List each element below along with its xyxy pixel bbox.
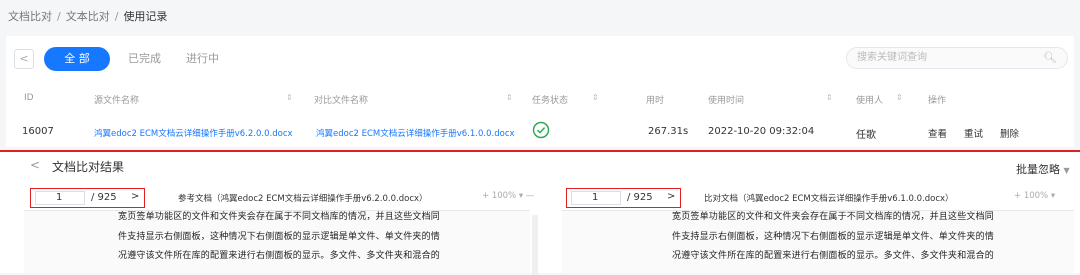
doc-line: 况遵守该文件所在库的配置来进行右侧面板的显示。多文件、多文件夹和混合的 (118, 251, 441, 261)
delete-button[interactable]: 删除 (1000, 126, 1019, 140)
left-page-nav: 1 / 925 > (30, 188, 145, 208)
caret-down-icon: ▼ (1063, 166, 1070, 175)
doc-line: 件支持显示右侧面板，这种情况下右侧面板的显示逻辑是单文件、单文件夹的情 (118, 231, 441, 242)
doc-line: 况遵守该文件所在库的配置来进行右侧面板的显示。多文件、多文件夹和混合的 (672, 251, 995, 261)
sort-icon[interactable]: ⇕ (826, 93, 833, 102)
sort-icon[interactable]: ⇕ (896, 93, 903, 102)
right-page-total: / 925 (627, 192, 653, 203)
header-status: 任务状态 (532, 96, 569, 106)
left-doc-text: 宽页签单功能区的文件和文件夹会存在属于不同文档库的情况，并且这些文档同 件支持显… (118, 208, 530, 267)
left-zoom[interactable]: + 100% ▾ — (482, 191, 534, 201)
tab-completed[interactable]: 已完成 (128, 47, 161, 71)
breadcrumb-doc-compare[interactable]: 文档比对 (8, 10, 52, 23)
header-time: 使用时间 (708, 96, 745, 106)
doc-line: 宽页签单功能区的文件和文件夹会存在属于不同文档库的情况，并且这些文档同 (672, 212, 995, 222)
right-doc-text: 宽页签单功能区的文件和文件夹会存在属于不同文档库的情况，并且这些文档同 件支持显… (672, 208, 1080, 267)
tab-all[interactable]: 全 部 (44, 47, 110, 71)
header-source: 源文件名称 (94, 96, 140, 106)
search-icon[interactable]: 🔍︎ (1043, 48, 1057, 68)
left-doc-label: 参考文档（鸿翼edoc2 ECM文档云详细操作手册v6.2.0.0.docx） (178, 194, 428, 204)
compare-file-link[interactable]: 鸿翼edoc2 ECM文档云详细操作手册v6.1.0.0.docx (316, 127, 515, 139)
search-input[interactable]: 搜索关键词查询 🔍︎ (846, 47, 1068, 69)
cell-user: 任歌 (856, 130, 876, 141)
header-compare: 对比文件名称 (314, 96, 369, 106)
right-doc-label: 比对文档（鸿翼edoc2 ECM文档云详细操作手册v6.1.0.0.docx） (704, 194, 954, 204)
tab-in-progress[interactable]: 进行中 (186, 47, 219, 71)
result-title: 文档比对结果 (52, 160, 125, 174)
next-page-button[interactable]: > (667, 191, 675, 202)
next-page-button[interactable]: > (131, 191, 139, 202)
breadcrumb-sep: / (57, 10, 61, 23)
right-zoom[interactable]: + 100% ▾ (1014, 191, 1055, 201)
doc-line: 件支持显示右侧面板，这种情况下右侧面板的显示逻辑是单文件、单文件夹的情 (672, 231, 995, 242)
left-page-total: / 925 (91, 192, 117, 203)
breadcrumb-text-compare[interactable]: 文本比对 (66, 10, 110, 23)
batch-ignore-label: 批量忽略 (1016, 163, 1060, 176)
right-page-input[interactable]: 1 (571, 191, 621, 205)
cell-id: 16007 (22, 126, 54, 137)
right-zoom-value: 100% (1023, 191, 1049, 201)
batch-ignore-dropdown[interactable]: 批量忽略 ▼ (1016, 161, 1070, 177)
right-page-nav: 1 / 925 > (566, 188, 681, 208)
header-id: ID (24, 93, 34, 103)
breadcrumb-sep: / (114, 10, 119, 23)
chevron-left-icon[interactable]: < (30, 158, 40, 172)
sort-icon[interactable]: ⇕ (286, 93, 293, 102)
sort-icon[interactable]: ⇕ (592, 93, 599, 102)
view-button[interactable]: 查看 (928, 126, 947, 140)
header-duration: 用时 (646, 96, 665, 106)
success-check-icon (532, 121, 550, 143)
source-file-link[interactable]: 鸿翼edoc2 ECM文档云详细操作手册v6.2.0.0.docx (94, 127, 293, 139)
pane-splitter[interactable] (532, 215, 538, 275)
breadcrumb: 文档比对 / 文本比对 / 使用记录 (8, 8, 167, 24)
header-user: 使用人 (856, 96, 884, 106)
breadcrumb-usage-records: 使用记录 (123, 10, 168, 23)
cell-time: 2022-10-20 09:32:04 (708, 126, 815, 137)
sort-icon[interactable]: ⇕ (506, 93, 513, 102)
left-zoom-value: 100% (491, 191, 517, 201)
left-page-input[interactable]: 1 (35, 191, 85, 205)
doc-line: 宽页签单功能区的文件和文件夹会存在属于不同文档库的情况，并且这些文档同 (118, 212, 441, 222)
back-button[interactable]: < (14, 49, 34, 69)
search-placeholder: 搜索关键词查询 (857, 52, 927, 63)
chevron-left-icon: < (19, 52, 29, 65)
header-ops: 操作 (928, 96, 947, 106)
cell-duration: 267.31s (648, 126, 689, 137)
retry-button[interactable]: 重试 (964, 126, 983, 140)
